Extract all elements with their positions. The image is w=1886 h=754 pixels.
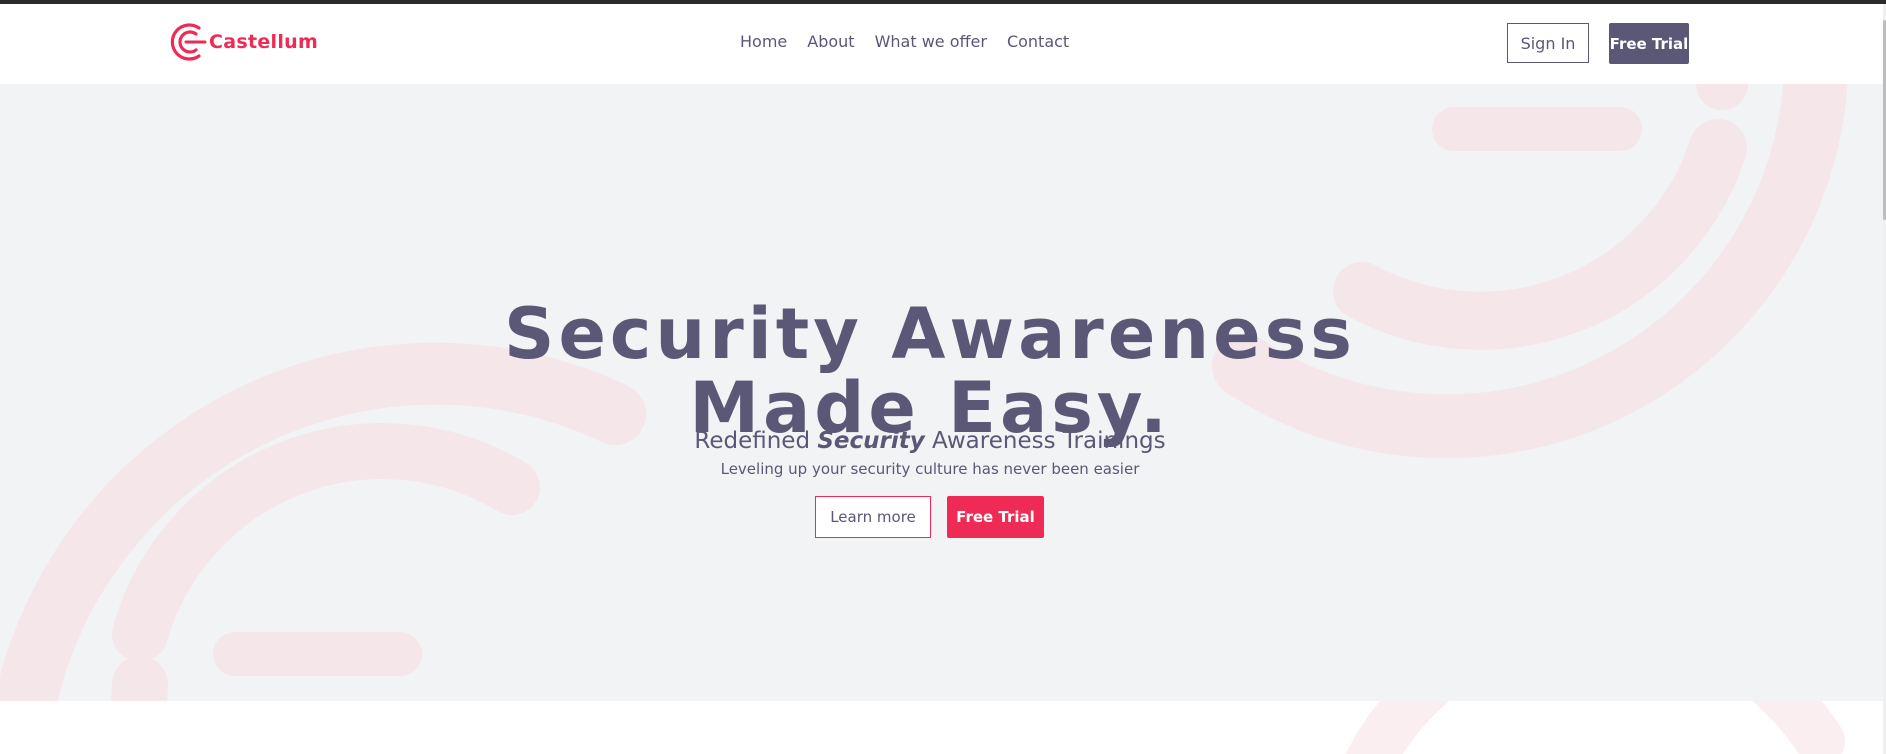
top-navbar: Castellum Home About What we offer Conta… — [0, 4, 1883, 84]
nav-link-home[interactable]: Home — [740, 32, 787, 51]
main-nav: Home About What we offer Contact — [740, 32, 1069, 51]
hero-subtitle-emphasis: Security — [817, 428, 925, 454]
nav-link-contact[interactable]: Contact — [1007, 32, 1069, 51]
nav-link-about[interactable]: About — [807, 32, 854, 51]
hero-free-trial-button[interactable]: Free Trial — [947, 496, 1044, 538]
learn-more-button[interactable]: Learn more — [815, 496, 931, 538]
decorative-arc-bottom — [1346, 701, 1845, 754]
sign-in-button[interactable]: Sign In — [1507, 23, 1589, 63]
hero-section: Security Awareness Made Easy. Redefined … — [0, 84, 1883, 701]
nav-link-what-we-offer[interactable]: What we offer — [875, 32, 987, 51]
hero-title-line-1: Security Awareness — [504, 292, 1356, 375]
hero-description: Leveling up your security culture has ne… — [720, 460, 1140, 478]
hero-subtitle-prefix: Redefined — [694, 428, 818, 454]
nav-free-trial-button[interactable]: Free Trial — [1609, 23, 1689, 64]
hero-title: Security Awareness Made Easy. — [0, 297, 1860, 445]
next-section — [0, 701, 1883, 754]
hero-subtitle: Redefined Security Awareness Trainings — [0, 428, 1860, 454]
castellum-logo-icon — [170, 23, 207, 61]
hero-subtitle-suffix: Awareness Trainings — [924, 428, 1166, 454]
brand-name: Castellum — [209, 31, 319, 53]
brand-logo[interactable]: Castellum — [169, 20, 318, 64]
